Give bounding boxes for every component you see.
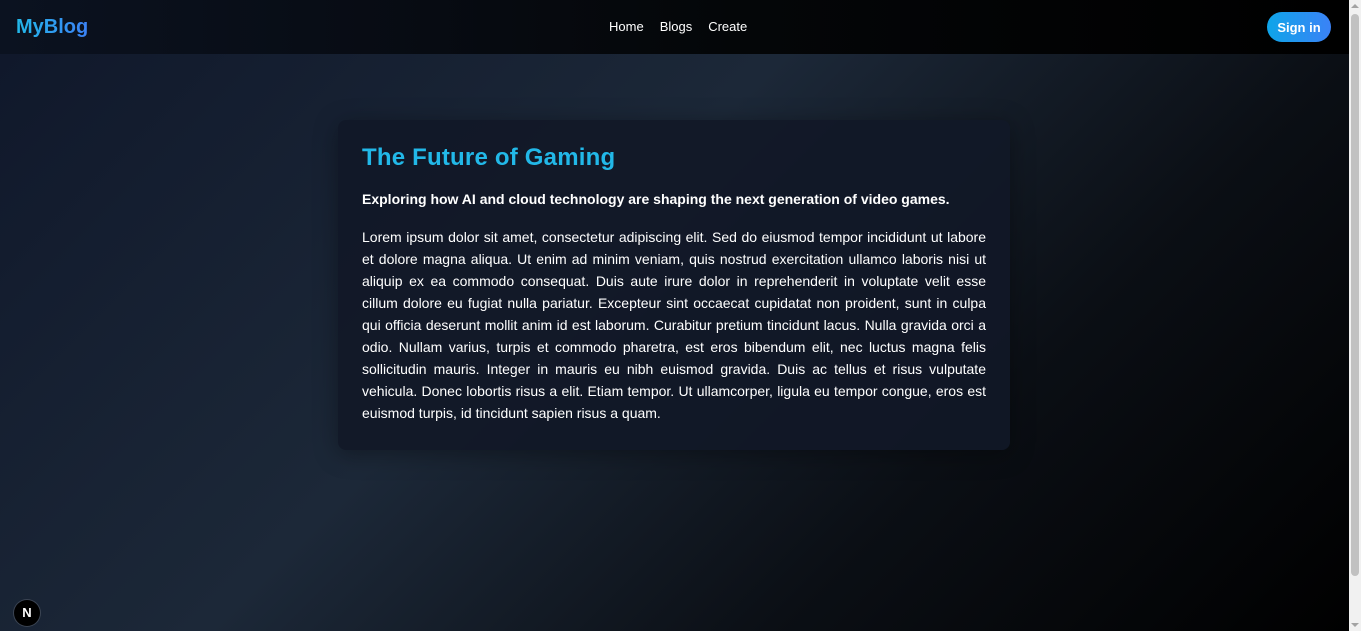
site-logo[interactable]: MyBlog (16, 15, 88, 39)
vertical-scrollbar[interactable] (1349, 0, 1361, 631)
main-nav: Home Blogs Create (609, 18, 747, 35)
blog-post-card: The Future of Gaming Exploring how AI an… (338, 120, 1010, 450)
nav-link-home[interactable]: Home (609, 18, 644, 35)
scrollbar-thumb[interactable] (1351, 14, 1359, 576)
post-title: The Future of Gaming (362, 144, 616, 171)
scroll-up-arrow-icon[interactable] (1351, 4, 1359, 8)
post-body: Lorem ipsum dolor sit amet, consectetur … (362, 229, 986, 421)
top-navbar: MyBlog Home Blogs Create Sign in (0, 0, 1349, 54)
scroll-down-arrow-icon[interactable] (1351, 623, 1359, 627)
post-subtitle: Exploring how AI and cloud technology ar… (362, 191, 950, 207)
sign-in-button[interactable]: Sign in (1267, 12, 1331, 42)
nextjs-icon[interactable]: N (14, 600, 40, 626)
nav-link-blogs[interactable]: Blogs (660, 18, 693, 35)
nav-link-create[interactable]: Create (708, 18, 747, 35)
